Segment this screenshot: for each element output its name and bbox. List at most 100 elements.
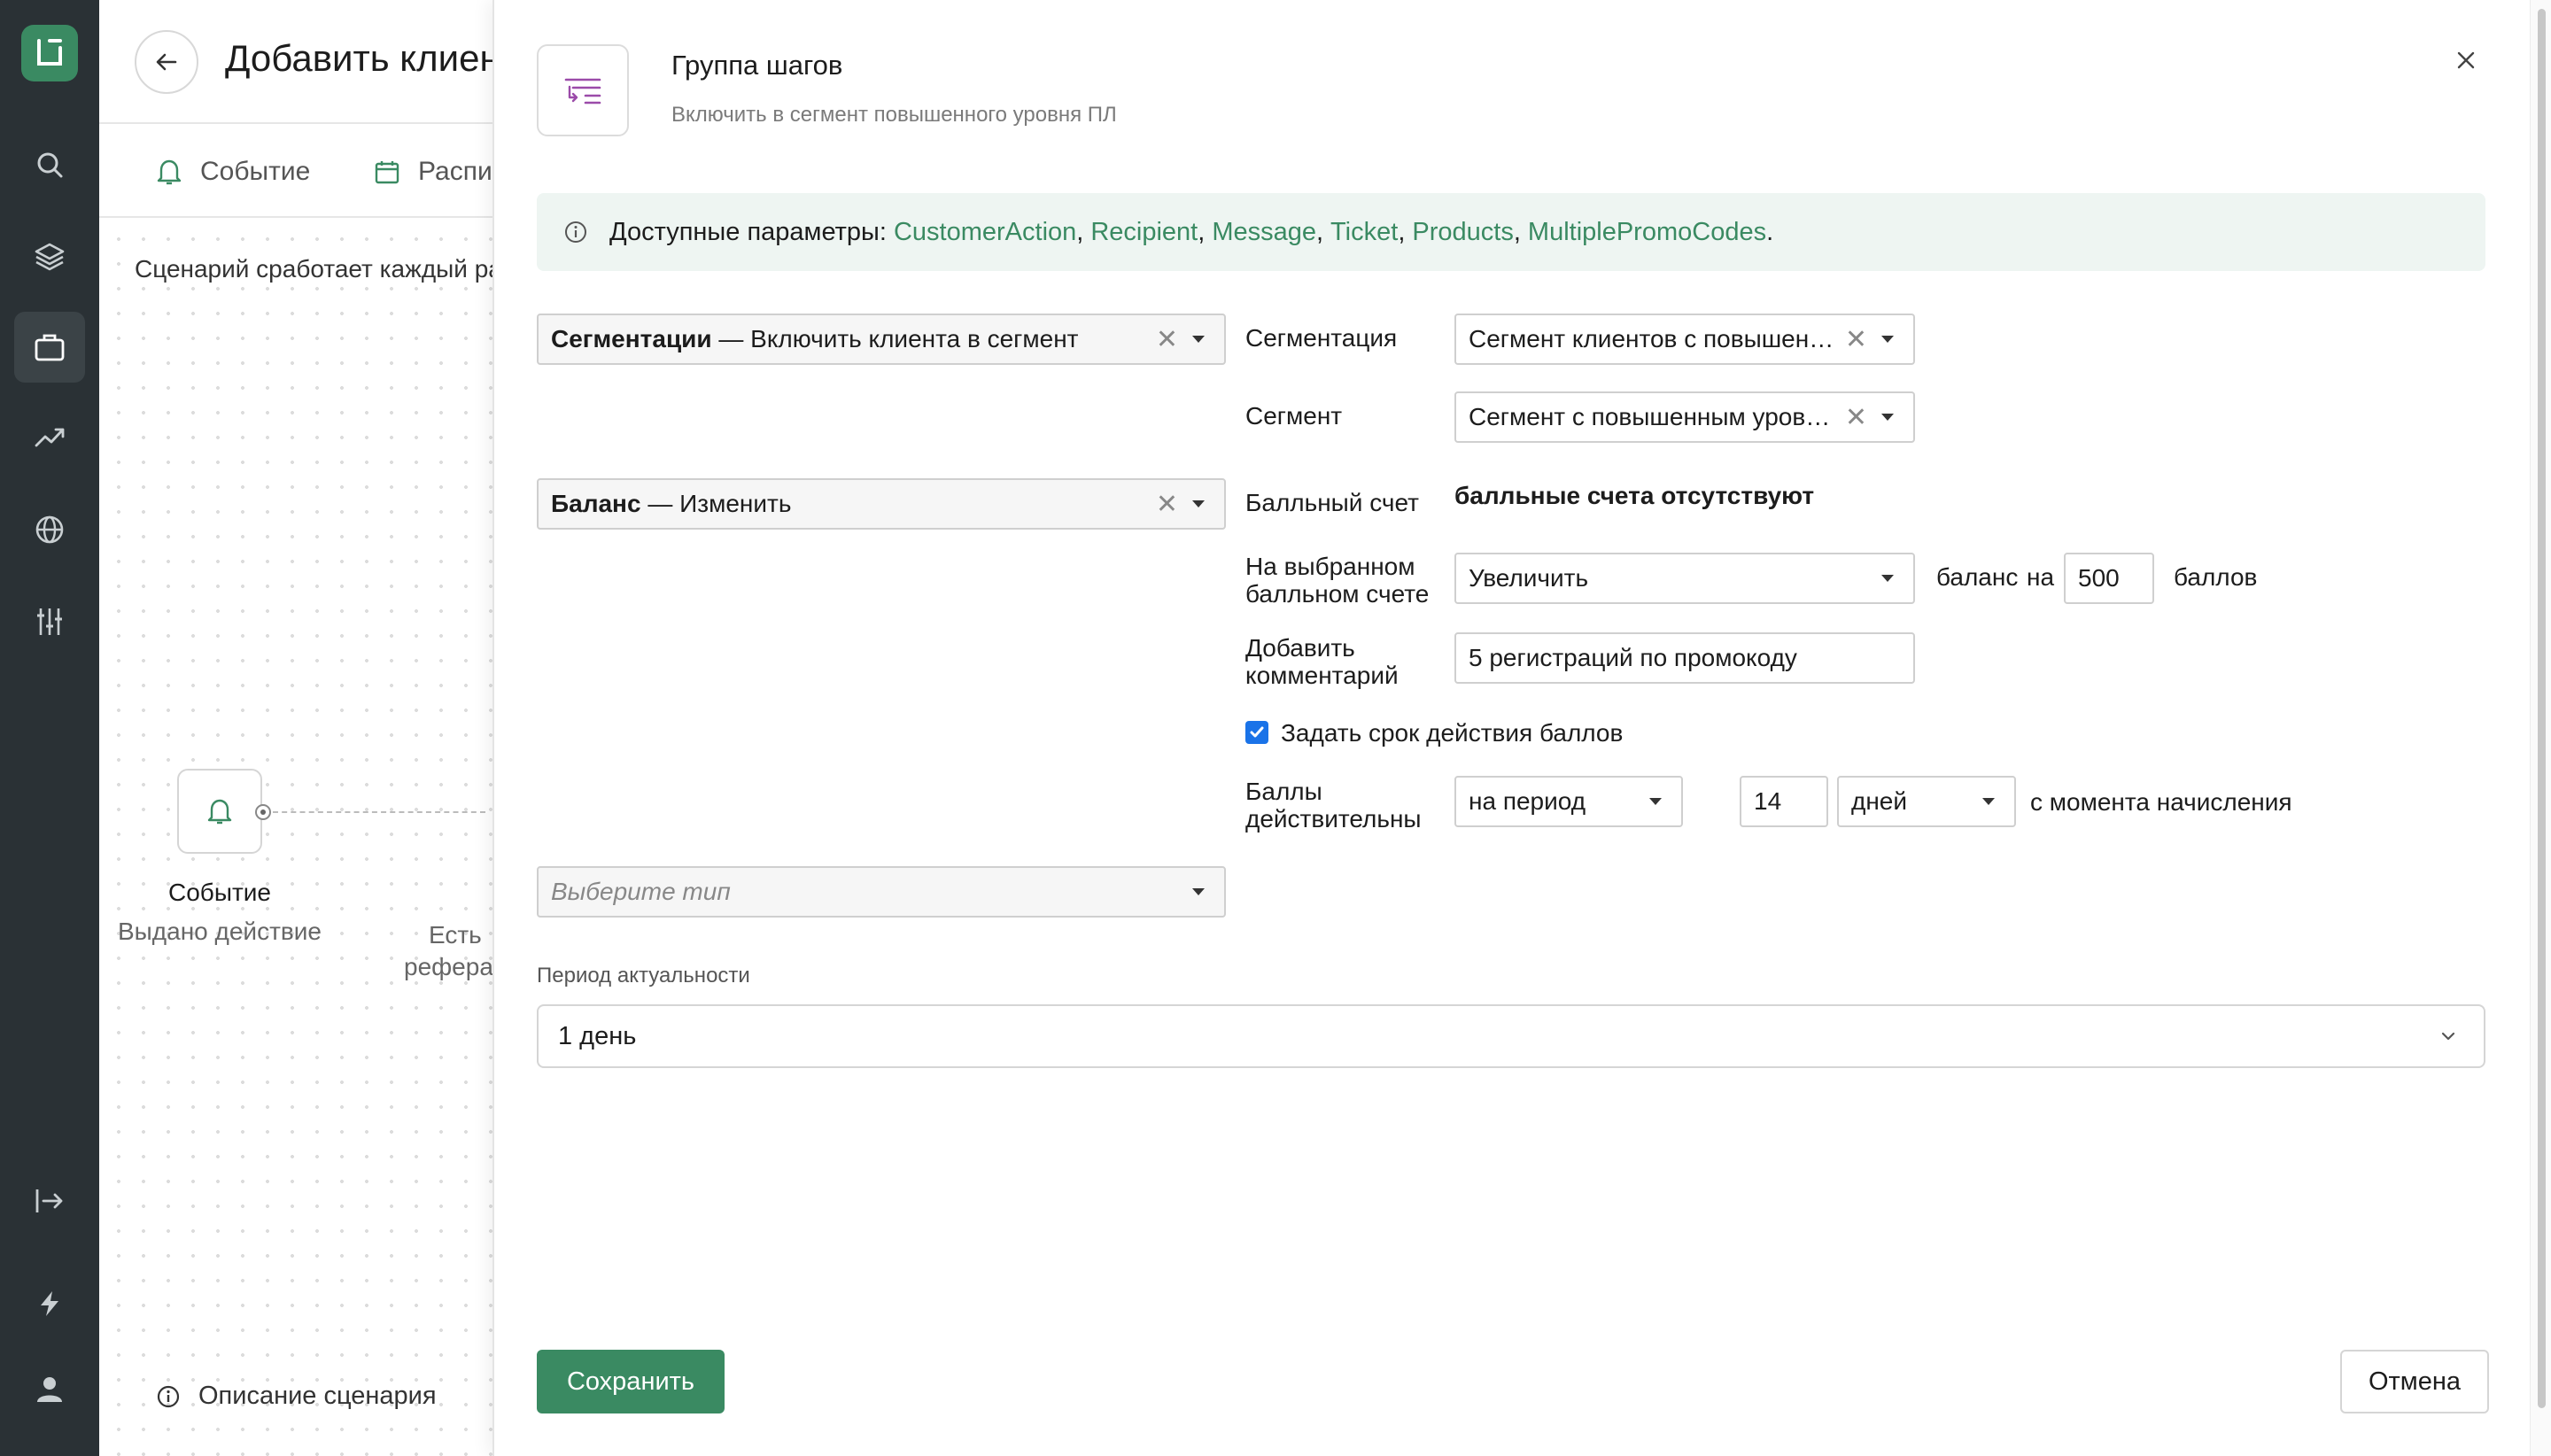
back-button[interactable] <box>135 30 198 94</box>
period-unit-select[interactable]: дней <box>1837 776 2016 827</box>
chevron-down-icon <box>2441 1032 2455 1041</box>
param-link[interactable]: MultiplePromoCodes <box>1528 218 1766 247</box>
segmentation-value: Сегмент клиентов с повышенным уровнем ПЛ <box>1469 325 1843 352</box>
comment-label: Добавить комментарий <box>1245 634 1399 689</box>
info-icon <box>157 1385 180 1407</box>
rail-search[interactable] <box>14 129 85 200</box>
step2-type-bold: Баланс <box>551 490 641 517</box>
arrow-left-icon <box>156 53 177 71</box>
save-button[interactable]: Сохранить <box>537 1350 725 1413</box>
globe-icon <box>35 515 64 544</box>
rail-events[interactable] <box>14 1268 85 1339</box>
period-type-value: на период <box>1469 787 1586 815</box>
app-logo[interactable] <box>21 25 78 81</box>
step1-type-bold: Сегментации <box>551 325 712 352</box>
segmentation-select[interactable]: Сегмент клиентов с повышенным уровнем ПЛ… <box>1454 314 1915 365</box>
clear-icon[interactable]: ✕ <box>1156 324 1178 355</box>
rail-scenarios[interactable] <box>14 312 85 383</box>
bell-icon <box>157 159 182 185</box>
param-link[interactable]: Message <box>1212 218 1316 247</box>
segment-value: Сегмент с повышенным уровнем ПЛ <box>1469 403 1843 430</box>
search-icon <box>37 152 63 178</box>
operation-select[interactable]: Увеличить <box>1454 553 1915 604</box>
app-sidebar <box>0 0 99 1456</box>
comment-label-line2: комментарий <box>1245 662 1399 689</box>
account-label: Балльный счет <box>1245 489 1419 516</box>
rail-profile[interactable] <box>14 1353 85 1424</box>
node-connector[interactable] <box>255 804 271 820</box>
info-icon <box>565 221 586 243</box>
node-link-line <box>273 811 485 813</box>
tab-schedule-label: Распи <box>418 157 492 186</box>
tab-event[interactable]: Событие <box>156 151 310 193</box>
period-type-select[interactable]: на период <box>1454 776 1683 827</box>
step-group-icon <box>564 78 601 105</box>
user-icon <box>37 1377 62 1402</box>
cancel-button[interactable]: Отмена <box>2340 1350 2489 1413</box>
step-group-icon-box <box>537 44 629 136</box>
step3-type-select[interactable]: Выберите тип <box>537 866 1226 918</box>
params-label: Доступные параметры: <box>609 217 887 246</box>
valid-label: Баллы действительны <box>1245 778 1422 833</box>
next-node-line2: рефера <box>404 953 493 980</box>
step1-type-select[interactable]: Сегментации — Включить клиента в сегмент… <box>537 314 1226 365</box>
briefcase-icon <box>35 334 65 361</box>
panel-scrollbar[interactable] <box>2530 0 2551 1456</box>
params-end: . <box>1766 217 1774 246</box>
caret-down-icon <box>1192 500 1205 507</box>
relevance-label: Период актуальности <box>537 964 750 987</box>
panel-subtitle: Включить в сегмент повышенного уровня ПЛ <box>671 103 1117 127</box>
scenario-description-link[interactable]: Описание сценария <box>156 1382 437 1411</box>
clear-icon[interactable]: ✕ <box>1845 402 1867 433</box>
rail-analytics[interactable] <box>14 402 85 473</box>
step2-type-select[interactable]: Баланс — Изменить ✕ <box>537 478 1226 530</box>
rail-settings[interactable] <box>14 586 85 657</box>
segment-label: Сегмент <box>1245 402 1343 430</box>
sliders-icon <box>37 608 62 635</box>
caret-down-icon <box>1881 575 1894 582</box>
valid-label-line1: Баллы <box>1245 778 1322 805</box>
panel-title: Группа шагов <box>671 50 843 81</box>
amount-input[interactable]: 500 <box>2064 553 2154 604</box>
param-link[interactable]: CustomerAction <box>894 218 1076 247</box>
caret-down-icon <box>1881 336 1894 343</box>
calendar-icon <box>375 161 399 184</box>
clear-icon[interactable]: ✕ <box>1156 489 1178 520</box>
relevance-value: 1 день <box>558 1021 637 1050</box>
param-link[interactable]: Ticket <box>1330 218 1398 247</box>
layers-icon <box>35 243 65 271</box>
logout-icon <box>35 1189 63 1212</box>
event-node[interactable] <box>177 769 262 854</box>
trending-up-icon <box>35 428 65 447</box>
scrollbar-thumb[interactable] <box>2538 9 2546 1408</box>
on-text: на <box>2027 563 2055 591</box>
relevance-select[interactable]: 1 день <box>537 1004 2485 1068</box>
node-title: Событие <box>168 879 271 906</box>
rail-logout[interactable] <box>14 1166 85 1236</box>
rail-globe[interactable] <box>14 494 85 565</box>
bell-icon <box>207 799 232 825</box>
clear-icon[interactable]: ✕ <box>1845 324 1867 355</box>
step2-type-rest: — Изменить <box>640 490 792 517</box>
caret-down-icon <box>1649 798 1662 805</box>
next-node-label: Есть рефера <box>400 918 493 985</box>
segment-select[interactable]: Сегмент с повышенным уровнем ПЛ ✕ <box>1454 391 1915 443</box>
description-link-label: Описание сценария <box>198 1382 437 1410</box>
param-link[interactable]: Recipient <box>1090 218 1198 247</box>
expiry-checkbox-label[interactable]: Задать срок действия баллов <box>1281 719 1623 747</box>
expiry-checkbox[interactable] <box>1245 721 1268 744</box>
valid-label-line2: действительны <box>1245 805 1422 833</box>
checkmark-icon <box>1250 726 1264 738</box>
from-text: с момента начисления <box>2030 788 2292 816</box>
tab-schedule[interactable]: Распи <box>374 151 492 193</box>
param-link[interactable]: Products <box>1412 218 1513 247</box>
balance-text: баланс <box>1936 563 2019 591</box>
account-value: балльные счета отсутствуют <box>1454 482 1815 509</box>
caret-down-icon <box>1881 414 1894 421</box>
comment-input[interactable]: 5 регистраций по промокоду <box>1454 632 1915 684</box>
logo-icon <box>37 39 62 66</box>
rail-layers[interactable] <box>14 221 85 292</box>
lightning-icon <box>41 1291 58 1316</box>
close-button[interactable] <box>2446 41 2485 80</box>
period-count-input[interactable]: 14 <box>1740 776 1828 827</box>
